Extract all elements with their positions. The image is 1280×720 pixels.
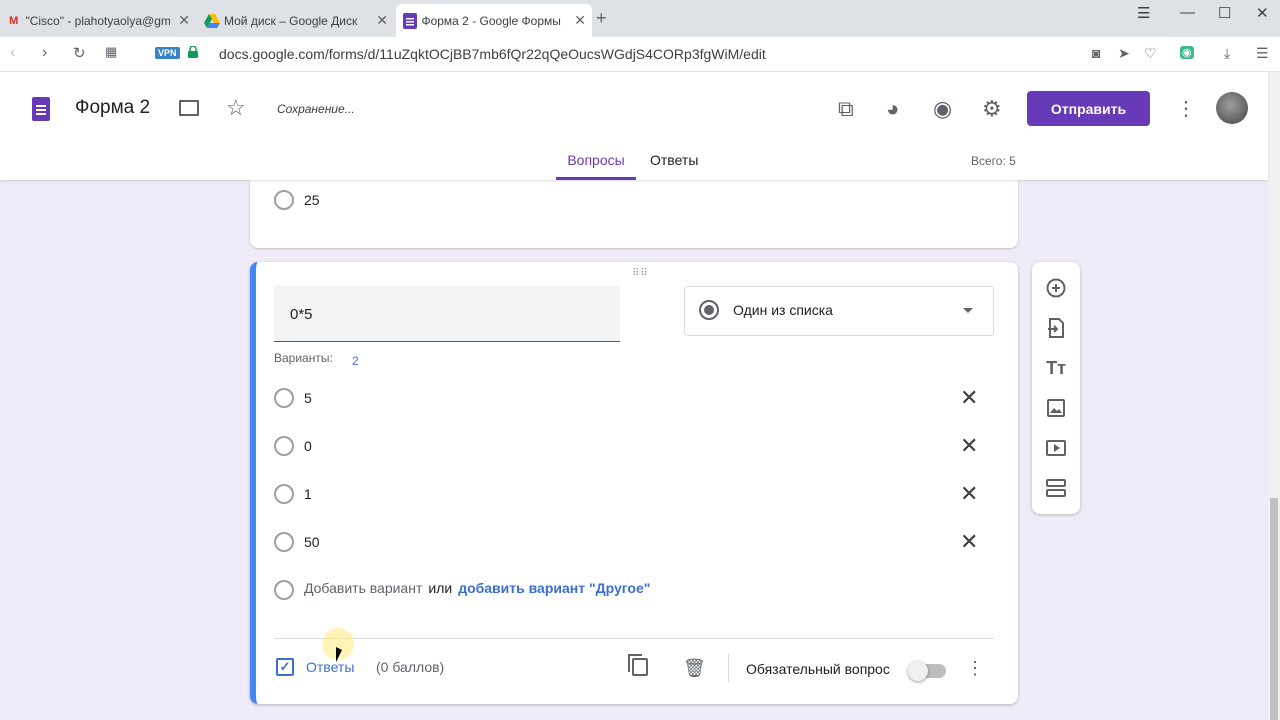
- radio-button: [274, 484, 294, 504]
- add-video-icon[interactable]: [1044, 436, 1068, 460]
- close-tab-icon[interactable]: ✕: [178, 12, 190, 29]
- option-input[interactable]: 0: [304, 438, 312, 454]
- heart-icon[interactable]: ♡: [1144, 45, 1157, 62]
- radio-button: [274, 190, 294, 210]
- divider: [728, 654, 729, 682]
- extension-icon[interactable]: ◉: [1180, 46, 1194, 59]
- variants-count: 2: [352, 354, 359, 368]
- previous-question-card[interactable]: 25: [250, 170, 1018, 248]
- scrollbar-thumb[interactable]: [1270, 498, 1278, 720]
- duplicate-icon[interactable]: [628, 654, 648, 676]
- browser-menu-icon[interactable]: ☰: [1256, 45, 1269, 62]
- add-option-link[interactable]: Добавить вариант: [304, 580, 422, 596]
- browser-tab-drive[interactable]: Мой диск – Google Диск ✕: [198, 4, 394, 37]
- add-section-icon[interactable]: [1044, 476, 1068, 500]
- download-icon[interactable]: ⤓: [1224, 45, 1230, 62]
- addons-icon[interactable]: ⧉: [838, 96, 854, 122]
- drag-handle-icon[interactable]: ⠿⠿: [632, 268, 649, 279]
- remove-option-icon[interactable]: ✕: [960, 435, 978, 457]
- lock-icon: [188, 46, 198, 58]
- menu-icon[interactable]: ☰: [1137, 4, 1150, 22]
- save-status: Сохранение...: [277, 102, 355, 116]
- avatar[interactable]: [1216, 92, 1248, 124]
- palette-icon[interactable]: ◕: [886, 96, 899, 122]
- drive-icon: [204, 13, 220, 29]
- url-field[interactable]: docs.google.com/forms/d/11uZqktOCjBB7mb6…: [219, 46, 766, 62]
- forms-logo-icon[interactable]: [32, 97, 50, 121]
- total-points: Всего: 5: [971, 154, 1016, 168]
- radio-button: [274, 388, 294, 408]
- question-card[interactable]: ⠿⠿ 0*5 Один из списка Варианты: 2 5 ✕ 0 …: [250, 262, 1018, 704]
- browser-tab-forms[interactable]: Форма 2 - Google Формы ✕: [396, 4, 592, 37]
- browser-tab-gmail[interactable]: M "Cisco" - plahotyaolya@gm ✕: [0, 4, 196, 37]
- reload-icon[interactable]: ↻: [73, 44, 86, 62]
- minimize-icon[interactable]: —: [1180, 4, 1195, 21]
- option-input[interactable]: 5: [304, 390, 312, 406]
- variants-label: Варианты:: [274, 351, 333, 365]
- new-tab-icon[interactable]: +: [596, 8, 607, 29]
- snapshot-icon[interactable]: ◙: [1092, 45, 1100, 61]
- floating-toolbar: Tт: [1032, 262, 1080, 514]
- delete-icon[interactable]: 🗑: [683, 658, 706, 679]
- option-label: 25: [304, 192, 320, 208]
- add-option-row: Добавить вариант или добавить вариант "Дру…: [304, 580, 650, 596]
- radio-button: [274, 532, 294, 552]
- back-icon[interactable]: ‹: [10, 44, 15, 62]
- required-label: Обязательный вопрос: [746, 661, 890, 677]
- add-question-icon[interactable]: [1044, 276, 1068, 300]
- forms-icon: [402, 12, 417, 29]
- gmail-icon: M: [9, 14, 19, 27]
- question-type-label: Один из списка: [733, 302, 833, 318]
- option-input[interactable]: 50: [304, 534, 320, 550]
- send-button[interactable]: Отправить: [1027, 91, 1150, 126]
- browser-tab-strip: M "Cisco" - plahotyaolya@gm ✕ Мой диск –…: [0, 0, 1280, 37]
- maximize-icon[interactable]: ☐: [1218, 4, 1231, 22]
- answer-key-button[interactable]: Ответы: [306, 659, 354, 675]
- add-title-icon[interactable]: Tт: [1044, 356, 1068, 380]
- remove-option-icon[interactable]: ✕: [960, 531, 978, 553]
- forward-icon[interactable]: ›: [42, 44, 47, 62]
- address-bar: ‹ › ↻ ▦ VPN docs.google.com/forms/d/11uZ…: [0, 37, 1280, 72]
- vpn-badge[interactable]: VPN: [155, 47, 180, 59]
- folder-icon[interactable]: [179, 100, 199, 116]
- add-other-link[interactable]: добавить вариант "Другое": [458, 580, 650, 596]
- forms-header: Форма 2 ☆ Сохранение... ⧉ ◕ ◉ ⚙ Отправит…: [0, 72, 1268, 180]
- send-icon[interactable]: ➤: [1118, 45, 1130, 62]
- close-tab-icon[interactable]: ✕: [574, 12, 586, 29]
- tab-responses[interactable]: Ответы: [650, 152, 698, 168]
- star-icon[interactable]: ☆: [226, 95, 246, 121]
- more-options-icon[interactable]: ⋮: [966, 658, 984, 679]
- tab-title: "Cisco" - plahotyaolya@gm: [25, 13, 171, 28]
- tab-title: Мой диск – Google Диск: [224, 13, 358, 28]
- close-window-icon[interactable]: ✕: [1256, 4, 1269, 22]
- question-type-select[interactable]: Один из списка: [684, 286, 994, 336]
- import-questions-icon[interactable]: [1044, 316, 1068, 340]
- tab-questions[interactable]: Вопросы: [556, 152, 636, 180]
- radio-button: [274, 580, 294, 600]
- dropdown-arrow-icon: [963, 308, 973, 313]
- radio-button: [274, 436, 294, 456]
- form-title[interactable]: Форма 2: [75, 97, 150, 119]
- or-text: или: [428, 580, 453, 596]
- answer-key-icon[interactable]: ✓: [276, 658, 294, 676]
- radio-checked-icon: [699, 300, 719, 320]
- tab-title: Форма 2 - Google Формы: [421, 13, 561, 28]
- remove-option-icon[interactable]: ✕: [960, 387, 978, 409]
- required-toggle[interactable]: [908, 661, 946, 681]
- points-label: (0 баллов): [376, 659, 445, 675]
- remove-option-icon[interactable]: ✕: [960, 483, 978, 505]
- close-tab-icon[interactable]: ✕: [376, 12, 388, 29]
- preview-eye-icon[interactable]: ◉: [933, 96, 952, 122]
- settings-gear-icon[interactable]: ⚙: [982, 96, 1002, 122]
- more-vert-icon[interactable]: ⋮: [1176, 96, 1196, 121]
- divider: [274, 638, 994, 639]
- question-title-input[interactable]: 0*5: [274, 286, 620, 342]
- option-input[interactable]: 1: [304, 486, 312, 502]
- mouse-cursor-icon: [336, 647, 342, 662]
- add-image-icon[interactable]: [1044, 396, 1068, 420]
- speed-dial-icon[interactable]: ▦: [105, 44, 117, 60]
